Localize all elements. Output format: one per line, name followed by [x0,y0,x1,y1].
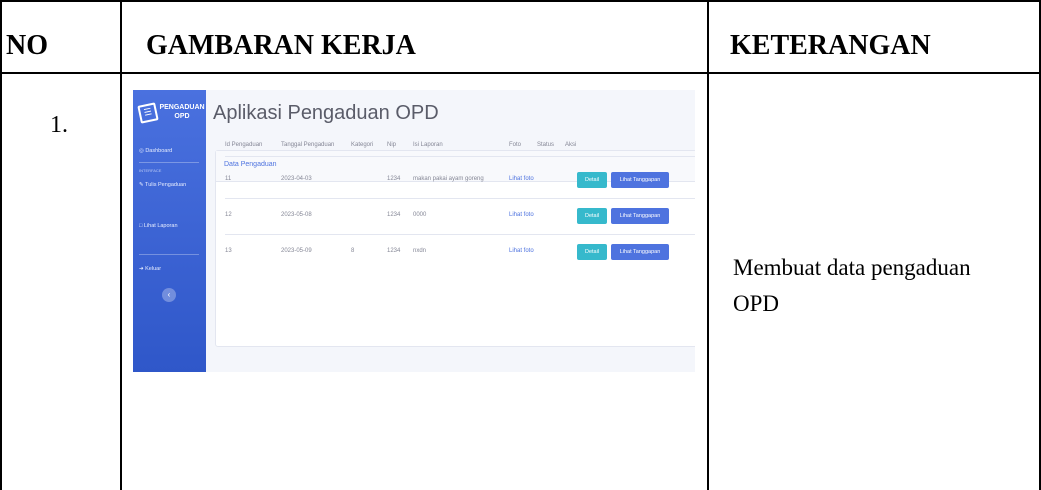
table-left-border [0,0,2,490]
sidebar-heading: INTERFACE [139,168,162,173]
detail-button[interactable]: Detail [577,208,607,224]
column-header: Aksi [565,142,577,148]
cell-kategori: 8 [351,248,355,254]
cell-foto-link[interactable]: Lihat foto [509,176,534,182]
column-divider-1 [120,0,122,490]
lihat-tanggapan-button[interactable]: Lihat Tanggapan [611,172,669,188]
column-header: Status [537,142,555,148]
lihat-tanggapan-button[interactable]: Lihat Tanggapan [611,244,669,260]
cell-nip: 1234 [387,248,401,254]
cell-id: 11 [225,176,232,182]
row-divider [225,198,695,199]
sidebar-brand[interactable]: ☰ PENGADUAN OPD [137,100,205,132]
cell-isi: makan pakai ayam goreng [413,176,484,182]
row-divider [225,234,695,235]
sidebar-toggle-button[interactable]: ‹ [162,288,176,302]
sidebar-item-tulis-pengaduan[interactable]: ✎ Tulis Pengaduan [139,182,186,188]
header-no: NO [6,30,48,61]
column-header: Tanggal Pengaduan [281,142,335,148]
header-keterangan: KETERANGAN [730,30,931,61]
cell-id: 13 [225,248,232,254]
sidebar-item-label: Dashboard [145,148,173,154]
app-title: Aplikasi Pengaduan OPD [213,102,439,124]
cell-id: 12 [225,212,232,218]
column-header: Foto [509,142,522,148]
sidebar-item-lihat-laporan[interactable]: □ Lihat Laporan [139,223,178,229]
sidebar: ☰ PENGADUAN OPD ◎ Dashboard INTERFACE ✎ … [133,90,206,372]
cell-nip: 1234 [387,176,401,182]
app-screenshot: ☰ PENGADUAN OPD ◎ Dashboard INTERFACE ✎ … [133,90,695,372]
header-bottom-border [0,72,1041,74]
cell-nip: 1234 [387,212,401,218]
sidebar-item-label: Lihat Laporan [143,223,178,229]
cell-tanggal: 2023-04-03 [281,176,312,182]
column-header: Id Pengaduan [225,142,263,148]
sidebar-item-keluar[interactable]: ➜ Keluar [139,266,161,272]
row-divider [225,156,695,157]
column-header: Kategori [351,142,374,148]
sidebar-item-label: Tulis Pengaduan [145,182,187,188]
table-right-border [1039,0,1041,490]
cell-foto-link[interactable]: Lihat foto [509,248,534,254]
sidebar-divider [139,162,199,163]
document-table: NO GAMBARAN KERJA KETERANGAN 1. Membuat … [0,0,1041,490]
lihat-tanggapan-button[interactable]: Lihat Tanggapan [611,208,669,224]
cell-isi: nxdn [413,248,427,254]
sidebar-divider [139,254,199,255]
brand-text: PENGADUAN OPD [159,104,205,120]
column-divider-2 [707,0,709,490]
complaint-icon: ☰ [137,102,159,124]
sidebar-item-label: Keluar [145,266,162,272]
detail-button[interactable]: Detail [577,244,607,260]
cell-tanggal: 2023-05-08 [281,212,312,218]
row-number: 1. [50,112,68,138]
sidebar-item-dashboard[interactable]: ◎ Dashboard [139,148,172,154]
row-keterangan: Membuat data pengaduan OPD [733,255,971,316]
table-top-border [0,0,1041,2]
cell-foto-link[interactable]: Lihat foto [509,212,534,218]
card-title: Data Pengaduan [224,161,277,168]
detail-button[interactable]: Detail [577,172,607,188]
column-header: Isi Laporan [413,142,443,148]
header-gambaran-kerja: GAMBARAN KERJA [146,30,416,61]
cell-tanggal: 2023-05-09 [281,248,312,254]
cell-isi: 0000 [413,212,427,218]
column-header: Nip [387,142,397,148]
